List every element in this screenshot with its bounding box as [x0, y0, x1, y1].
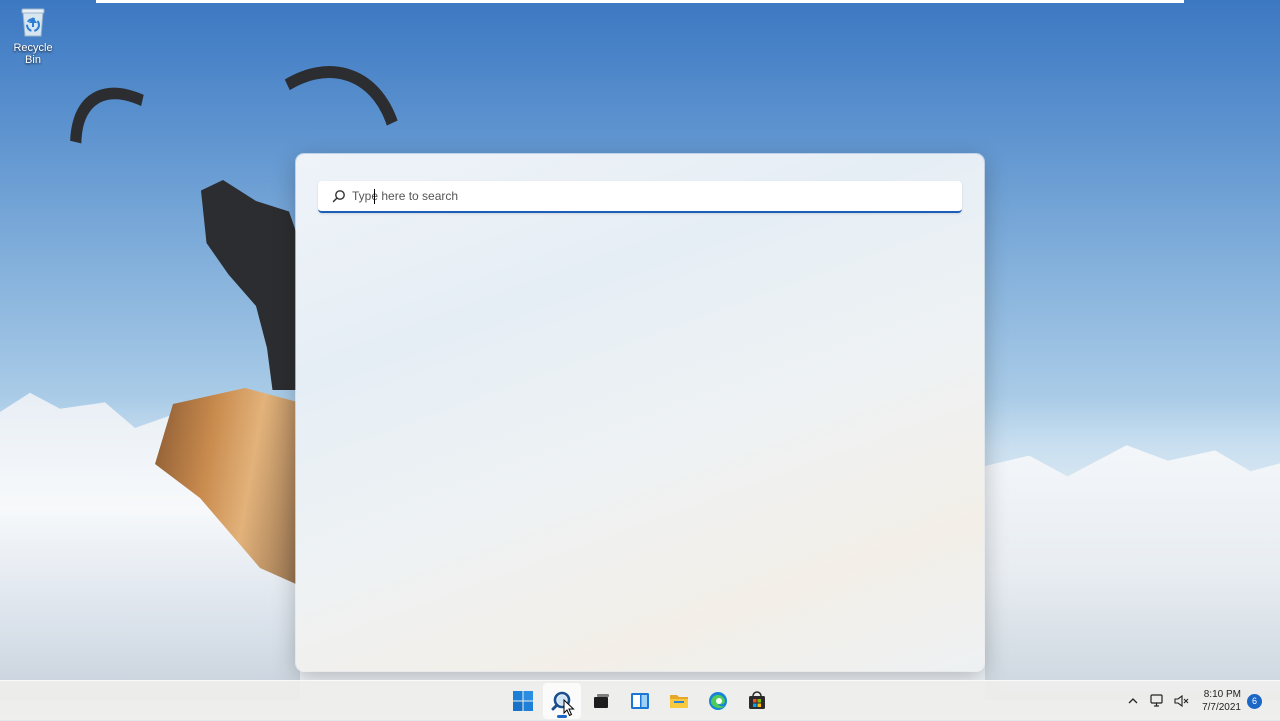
recycle-bin-icon — [18, 6, 48, 38]
chevron-up-icon — [1128, 698, 1138, 704]
store-icon — [748, 691, 765, 709]
text-caret — [374, 189, 375, 204]
widgets-icon — [630, 693, 649, 709]
desktop-icon-recycle-bin[interactable]: Recycle Bin — [4, 6, 62, 66]
show-hidden-icons-button[interactable] — [1122, 690, 1144, 712]
network-button[interactable] — [1146, 690, 1168, 712]
file-explorer-icon — [669, 695, 688, 708]
clock-date: 7/7/2021 — [1202, 702, 1241, 713]
search-flyout — [296, 154, 984, 671]
edge-button[interactable] — [699, 683, 737, 719]
search-box[interactable] — [318, 181, 962, 213]
task-view-icon — [593, 694, 609, 708]
task-view-button[interactable] — [582, 683, 620, 719]
edge-icon — [708, 692, 727, 710]
search-input[interactable] — [352, 184, 942, 208]
taskbar: 8:10 PM 7/7/2021 6 — [0, 680, 1280, 721]
windows-start-icon — [512, 691, 533, 711]
start-button[interactable] — [504, 683, 542, 719]
store-button[interactable] — [738, 683, 776, 719]
mouse-cursor-icon — [563, 699, 575, 717]
volume-button[interactable] — [1170, 690, 1192, 712]
desktop-icon-label: Recycle Bin — [13, 42, 53, 66]
notification-badge[interactable]: 6 — [1247, 693, 1262, 709]
clock[interactable]: 8:10 PM 7/7/2021 — [1202, 688, 1241, 714]
file-explorer-button[interactable] — [660, 683, 698, 719]
search-icon — [332, 190, 345, 203]
widgets-button[interactable] — [621, 683, 659, 719]
taskbar-apps — [503, 681, 776, 721]
clock-time: 8:10 PM — [1203, 689, 1241, 700]
network-icon — [1150, 694, 1163, 707]
top-edge-bar — [96, 0, 1184, 3]
volume-muted-icon — [1174, 694, 1189, 708]
wallpaper-mountains-right — [985, 445, 1280, 700]
system-tray: 8:10 PM 7/7/2021 6 — [1122, 681, 1280, 721]
